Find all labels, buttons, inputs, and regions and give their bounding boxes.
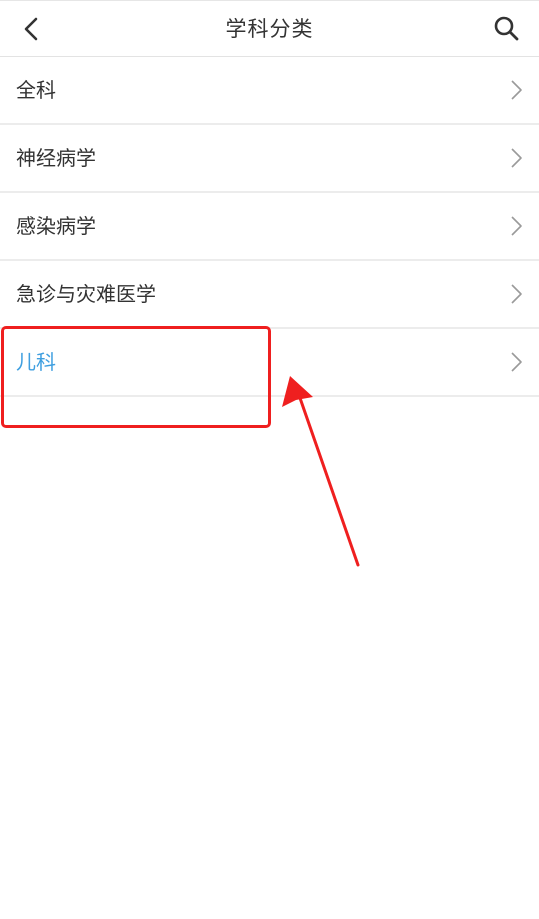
search-button[interactable] xyxy=(491,13,523,45)
chevron-right-icon xyxy=(511,352,522,372)
category-label: 感染病学 xyxy=(16,214,96,238)
subject-category-page: 学科分类 全科 神经病学 感染病学 急诊与灾难医学 儿科 xyxy=(0,0,539,919)
category-label: 全科 xyxy=(16,78,56,102)
category-label: 神经病学 xyxy=(16,146,96,170)
search-icon xyxy=(494,16,519,41)
chevron-right-icon xyxy=(511,148,522,168)
category-item[interactable]: 感染病学 xyxy=(0,193,539,261)
chevron-right-icon xyxy=(511,216,522,236)
category-item[interactable]: 急诊与灾难医学 xyxy=(0,261,539,329)
category-label: 急诊与灾难医学 xyxy=(16,282,156,306)
top-nav-bar: 学科分类 xyxy=(0,0,539,57)
category-item[interactable]: 全科 xyxy=(0,57,539,125)
category-item-active[interactable]: 儿科 xyxy=(0,329,539,397)
category-item[interactable]: 神经病学 xyxy=(0,125,539,193)
category-list: 全科 神经病学 感染病学 急诊与灾难医学 儿科 xyxy=(0,57,539,397)
chevron-right-icon xyxy=(511,80,522,100)
category-label: 儿科 xyxy=(16,350,56,374)
page-title: 学科分类 xyxy=(225,17,314,41)
chevron-right-icon xyxy=(511,284,522,304)
